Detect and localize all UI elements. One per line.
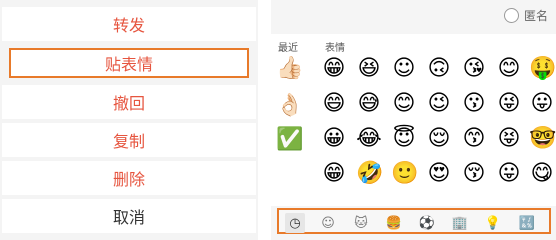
emoji-cell[interactable]: 😁 [321,161,347,187]
recent-section-label: 最近 [278,43,298,54]
emoji-cell[interactable]: 😙 [461,126,487,152]
emoji-cell[interactable]: 🙂 [391,161,418,187]
emoji-cell[interactable]: 😌 [426,126,452,152]
emoji-cell[interactable]: 😗 [461,91,487,117]
emoji-category-tabbar: ◷ ☺ 🐱 🍔 ⚽ 🏢 💡 🔣 [277,208,551,234]
anonymous-toggle[interactable]: 匿名 [503,7,548,24]
emoji-cell[interactable]: 😆 [356,56,382,82]
smiley-icon[interactable]: ☺ [318,213,338,233]
emoji-cell[interactable]: 😛 [496,161,522,187]
emoji-cell[interactable]: 😅 [356,91,382,117]
emoji-cell[interactable]: 🤑 [529,56,556,82]
emoji-topbar: 匿名 [271,0,556,32]
emoji-cell[interactable]: 😇 [391,126,417,152]
emoji-panel: 匿名 最近 表情 👍🏻 👌🏻 ✅ 😁 😆 ☺ 🙃 😘 😊 🤑 😄 😅 😊 😉 😗 😜 😛 😀 😂 😇 😌 😙 😝 🤓 😁 🤣… [271,0,556,240]
add-sticker-button[interactable]: 贴表情 [9,48,249,78]
recall-button[interactable]: 撤回 [2,85,256,119]
emoji-cell[interactable]: 😜 [496,91,522,117]
emoji-cell[interactable]: 🤣 [356,161,383,187]
emoji-cell[interactable]: 😍 [426,161,452,187]
emoji-cell[interactable]: 🤓 [529,126,556,152]
emoji-cell[interactable]: 😊 [496,56,522,82]
forward-button[interactable]: 转发 [2,7,256,41]
emoji-section-label: 表情 [325,43,345,54]
emoji-cell[interactable]: ☺ [391,56,417,82]
emoji-cell[interactable]: 😀 [321,126,347,152]
cat-face-icon[interactable]: 🐱 [351,213,371,233]
emoji-cell[interactable]: 😉 [426,91,452,117]
emoji-cell[interactable]: 😚 [461,161,487,187]
cancel-button[interactable]: 取消 [2,199,256,233]
anonymous-label: 匿名 [523,9,548,23]
emoji-cell[interactable]: 😊 [391,91,417,117]
action-sheet: 转发 贴表情 撤回 复制 删除 取消 [0,0,258,240]
soccer-ball-icon[interactable]: ⚽ [417,213,437,233]
clock-icon[interactable]: ◷ [285,213,305,233]
check-mark-button-icon[interactable]: ✅ [276,127,303,153]
copy-button[interactable]: 复制 [2,123,256,157]
emoji-cell[interactable]: 🙃 [426,56,452,82]
emoji-grid-area: 最近 表情 👍🏻 👌🏻 ✅ 😁 😆 ☺ 🙃 😘 😊 🤑 😄 😅 😊 😉 😗 😜 😛 😀 😂 😇 😌 😙 😝 🤓 😁 🤣 🙂 😍 😚… [271,34,556,206]
building-icon[interactable]: 🏢 [450,213,470,233]
emoji-cell[interactable]: 😛 [529,91,555,117]
emoji-cell[interactable]: 😘 [461,56,487,82]
ok-hand-icon[interactable]: 👌🏻 [276,93,303,119]
thumbs-up-icon[interactable]: 👍🏻 [276,56,303,82]
burger-icon[interactable]: 🍔 [384,213,404,233]
emoji-cell[interactable]: 😄 [321,91,347,117]
emoji-cell[interactable]: 😂 [356,126,382,152]
symbols-icon[interactable]: 🔣 [517,213,537,233]
radio-circle-icon[interactable] [503,8,519,23]
emoji-cell[interactable]: 😋 [529,161,555,187]
emoji-cell[interactable]: 😁 [321,56,347,82]
delete-button[interactable]: 删除 [2,161,256,195]
emoji-cell[interactable]: 😝 [496,126,522,152]
light-bulb-icon[interactable]: 💡 [483,213,503,233]
